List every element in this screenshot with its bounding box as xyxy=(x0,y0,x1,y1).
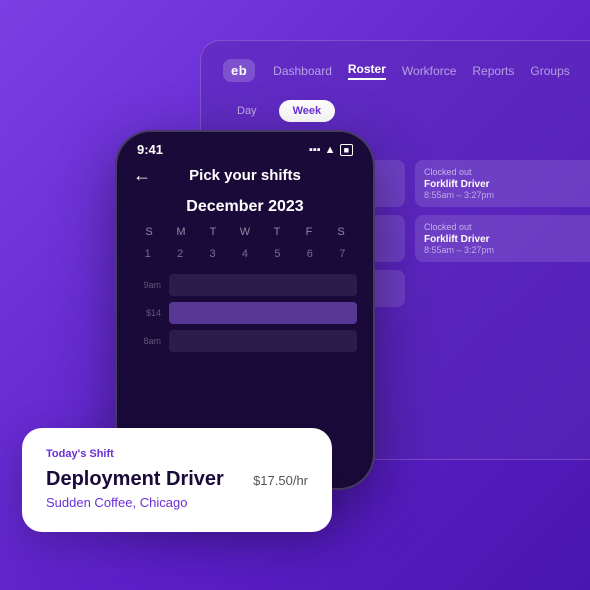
time-slot-1: 9am xyxy=(133,274,357,296)
cal-day[interactable]: 2 xyxy=(165,244,194,264)
time-slot-3: 8am xyxy=(133,330,357,352)
battery-icon: ■ xyxy=(340,144,353,156)
weekday-t2: T xyxy=(261,226,293,238)
weekday-s2: S xyxy=(325,226,357,238)
shift-location: Sudden Coffee, Chicago xyxy=(46,495,308,510)
wifi-icon: ▲ xyxy=(325,144,336,156)
shift-card-label: Today's Shift xyxy=(46,448,308,460)
card-time-5: 8:55am – 3:27pm xyxy=(424,245,588,255)
tablet-toggle-row: Day Week xyxy=(223,100,590,122)
tablet-nav-roster[interactable]: Roster xyxy=(348,62,386,80)
tablet-nav-dashboard[interactable]: Dashboard xyxy=(273,64,332,78)
slot-label-3: 8am xyxy=(133,336,161,346)
slot-bar-1 xyxy=(169,274,357,296)
phone-header: ← Pick your shifts xyxy=(117,157,373,190)
slot-bar-3 xyxy=(169,330,357,352)
tablet-nav-groups[interactable]: Groups xyxy=(530,64,569,78)
card-time-4: 8:55am – 3:27pm xyxy=(424,190,588,200)
signal-icon: ▪▪▪ xyxy=(309,144,321,156)
tablet-nav-links: Dashboard Roster Workforce Reports Group… xyxy=(273,62,570,80)
calendar-days: 1 2 3 4 5 6 7 xyxy=(133,244,357,264)
slot-label-1: 9am xyxy=(133,280,161,290)
tablet-nav: eb Dashboard Roster Workforce Reports Gr… xyxy=(201,41,590,92)
weekday-s1: S xyxy=(133,226,165,238)
phone-month-title: December 2023 xyxy=(117,198,373,216)
shift-card-main-row: Deployment Driver $17.50/hr xyxy=(46,468,308,491)
weekday-m: M xyxy=(165,226,197,238)
schedule-card-4: Clocked out Forklift Driver 8:55am – 3:2… xyxy=(415,160,590,207)
slot-label-2: $14 xyxy=(133,308,161,318)
cal-day[interactable]: 5 xyxy=(263,244,292,264)
card-status-5: Clocked out xyxy=(424,222,588,232)
weekday-f: F xyxy=(293,226,325,238)
toggle-day-button[interactable]: Day xyxy=(223,100,271,122)
cal-day[interactable]: 4 xyxy=(230,244,259,264)
phone-notch-bar: 9:41 ▪▪▪ ▲ ■ xyxy=(117,132,373,157)
time-slot-2: $14 xyxy=(133,302,357,324)
weekday-w: W xyxy=(229,226,261,238)
phone-scroll-area: 9am $14 8am xyxy=(117,264,373,362)
card-title-5: Forklift Driver xyxy=(424,234,588,245)
calendar-weekdays: S M T W T F S xyxy=(133,226,357,238)
shift-role: Deployment Driver xyxy=(46,468,224,491)
weekday-t1: T xyxy=(197,226,229,238)
phone-status-icons: ▪▪▪ ▲ ■ xyxy=(309,144,353,156)
tablet-nav-reports[interactable]: Reports xyxy=(472,64,514,78)
card-title-4: Forklift Driver xyxy=(424,179,588,190)
slot-bar-2 xyxy=(169,302,357,324)
phone-screen-title: Pick your shifts xyxy=(189,167,301,184)
shift-rate: $17.50/hr xyxy=(253,469,308,490)
rate-unit: /hr xyxy=(293,473,308,488)
card-status-4: Clocked out xyxy=(424,167,588,177)
cal-day[interactable]: 7 xyxy=(328,244,357,264)
schedule-card-5: Clocked out Forklift Driver 8:55am – 3:2… xyxy=(415,215,590,262)
tablet-nav-workforce[interactable]: Workforce xyxy=(402,64,456,78)
toggle-week-button[interactable]: Week xyxy=(279,100,336,122)
phone-time: 9:41 xyxy=(137,142,163,157)
cal-day[interactable]: 3 xyxy=(198,244,227,264)
tablet-logo: eb xyxy=(223,59,255,82)
phone-calendar: S M T W T F S 1 2 3 4 5 6 7 xyxy=(117,226,373,264)
schedule-col-2: Clocked out Forklift Driver 8:55am – 3:2… xyxy=(415,160,590,307)
shift-card: Today's Shift Deployment Driver $17.50/h… xyxy=(22,428,332,532)
cal-day[interactable]: 1 xyxy=(133,244,162,264)
cal-day[interactable]: 6 xyxy=(295,244,324,264)
back-button[interactable]: ← xyxy=(133,165,151,186)
